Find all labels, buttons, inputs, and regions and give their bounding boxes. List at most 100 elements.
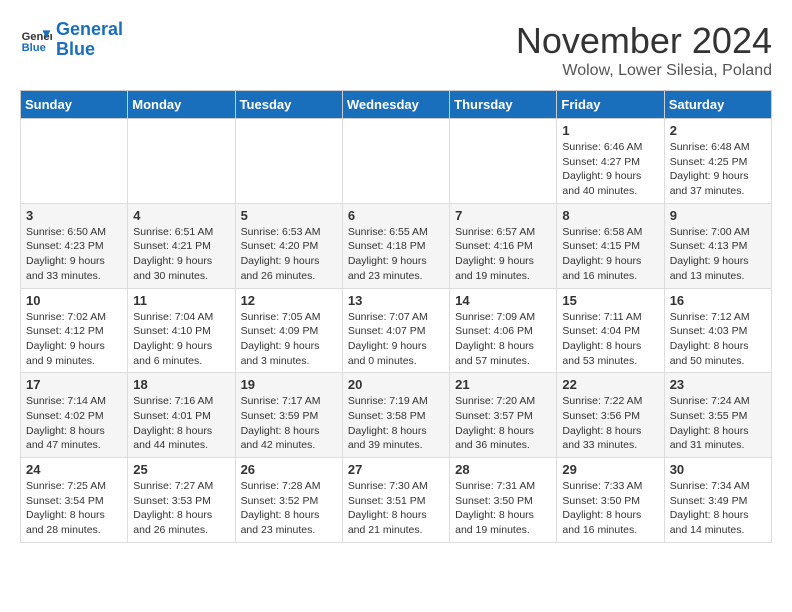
day-number: 20: [348, 377, 444, 392]
day-number: 3: [26, 208, 122, 223]
day-info: Sunrise: 6:58 AM Sunset: 4:15 PM Dayligh…: [562, 225, 658, 284]
day-number: 24: [26, 462, 122, 477]
calendar-day: 5 Sunrise: 6:53 AM Sunset: 4:20 PM Daylig…: [235, 203, 342, 288]
calendar-day: 8 Sunrise: 6:58 AM Sunset: 4:15 PM Daylig…: [557, 203, 664, 288]
day-info: Sunrise: 6:48 AM Sunset: 4:25 PM Dayligh…: [670, 140, 766, 199]
day-number: 16: [670, 293, 766, 308]
day-info: Sunrise: 7:25 AM Sunset: 3:54 PM Dayligh…: [26, 479, 122, 538]
month-title: November 2024: [516, 20, 772, 62]
calendar-day: 9Sunrise: 7:00 AM Sunset: 4:13 PM Daylig…: [664, 203, 771, 288]
calendar-day: 14 Sunrise: 7:09 AM Sunset: 4:06 PM Dayli…: [450, 288, 557, 373]
day-number: 18: [133, 377, 229, 392]
day-number: 9: [670, 208, 766, 223]
day-info: Sunrise: 7:31 AM Sunset: 3:50 PM Dayligh…: [455, 479, 551, 538]
day-info: Sunrise: 7:05 AM Sunset: 4:09 PM Dayligh…: [241, 310, 337, 369]
day-info: Sunrise: 7:34 AM Sunset: 3:49 PM Dayligh…: [670, 479, 766, 538]
day-info: Sunrise: 7:30 AM Sunset: 3:51 PM Dayligh…: [348, 479, 444, 538]
page-header: General Blue General Blue November 2024 …: [20, 20, 772, 80]
calendar-day: 28 Sunrise: 7:31 AM Sunset: 3:50 PM Dayli…: [450, 458, 557, 543]
day-info: Sunrise: 7:24 AM Sunset: 3:55 PM Dayligh…: [670, 394, 766, 453]
calendar-day: 17 Sunrise: 7:14 AM Sunset: 4:02 PM Dayli…: [21, 373, 128, 458]
calendar-day: 19Sunrise: 7:17 AM Sunset: 3:59 PM Dayli…: [235, 373, 342, 458]
calendar-header-row: SundayMondayTuesdayWednesdayThursdayFrid…: [21, 91, 772, 119]
day-number: 28: [455, 462, 551, 477]
day-info: Sunrise: 7:12 AM Sunset: 4:03 PM Dayligh…: [670, 310, 766, 369]
calendar-day: 23 Sunrise: 7:24 AM Sunset: 3:55 PM Dayli…: [664, 373, 771, 458]
calendar-day: 25 Sunrise: 7:27 AM Sunset: 3:53 PM Dayli…: [128, 458, 235, 543]
day-number: 1: [562, 123, 658, 138]
day-info: Sunrise: 6:57 AM Sunset: 4:16 PM Dayligh…: [455, 225, 551, 284]
calendar-header-tuesday: Tuesday: [235, 91, 342, 119]
calendar-day: [235, 119, 342, 204]
calendar-day: 30 Sunrise: 7:34 AM Sunset: 3:49 PM Dayli…: [664, 458, 771, 543]
calendar-day: 27Sunrise: 7:30 AM Sunset: 3:51 PM Dayli…: [342, 458, 449, 543]
day-number: 11: [133, 293, 229, 308]
calendar-day: [342, 119, 449, 204]
day-number: 23: [670, 377, 766, 392]
day-info: Sunrise: 7:19 AM Sunset: 3:58 PM Dayligh…: [348, 394, 444, 453]
day-info: Sunrise: 6:55 AM Sunset: 4:18 PM Dayligh…: [348, 225, 444, 284]
day-number: 29: [562, 462, 658, 477]
calendar-day: 6 Sunrise: 6:55 AM Sunset: 4:18 PM Daylig…: [342, 203, 449, 288]
calendar-day: 1Sunrise: 6:46 AM Sunset: 4:27 PM Daylig…: [557, 119, 664, 204]
calendar-week-row: 1Sunrise: 6:46 AM Sunset: 4:27 PM Daylig…: [21, 119, 772, 204]
day-number: 10: [26, 293, 122, 308]
day-info: Sunrise: 7:07 AM Sunset: 4:07 PM Dayligh…: [348, 310, 444, 369]
day-info: Sunrise: 7:14 AM Sunset: 4:02 PM Dayligh…: [26, 394, 122, 453]
day-info: Sunrise: 7:04 AM Sunset: 4:10 PM Dayligh…: [133, 310, 229, 369]
day-number: 26: [241, 462, 337, 477]
calendar-header-saturday: Saturday: [664, 91, 771, 119]
day-number: 25: [133, 462, 229, 477]
calendar-header-monday: Monday: [128, 91, 235, 119]
svg-text:Blue: Blue: [22, 42, 46, 54]
title-block: November 2024 Wolow, Lower Silesia, Pola…: [516, 20, 772, 80]
calendar-header-sunday: Sunday: [21, 91, 128, 119]
day-info: Sunrise: 7:28 AM Sunset: 3:52 PM Dayligh…: [241, 479, 337, 538]
day-number: 8: [562, 208, 658, 223]
day-number: 17: [26, 377, 122, 392]
day-info: Sunrise: 6:50 AM Sunset: 4:23 PM Dayligh…: [26, 225, 122, 284]
day-info: Sunrise: 7:11 AM Sunset: 4:04 PM Dayligh…: [562, 310, 658, 369]
calendar-day: [21, 119, 128, 204]
day-number: 6: [348, 208, 444, 223]
calendar-day: 20 Sunrise: 7:19 AM Sunset: 3:58 PM Dayli…: [342, 373, 449, 458]
calendar-day: [128, 119, 235, 204]
day-number: 30: [670, 462, 766, 477]
calendar-day: 3 Sunrise: 6:50 AM Sunset: 4:23 PM Daylig…: [21, 203, 128, 288]
calendar-day: 2 Sunrise: 6:48 AM Sunset: 4:25 PM Daylig…: [664, 119, 771, 204]
calendar-day: 15 Sunrise: 7:11 AM Sunset: 4:04 PM Dayli…: [557, 288, 664, 373]
logo: General Blue General Blue: [20, 20, 123, 60]
day-number: 5: [241, 208, 337, 223]
day-info: Sunrise: 7:22 AM Sunset: 3:56 PM Dayligh…: [562, 394, 658, 453]
day-info: Sunrise: 7:09 AM Sunset: 4:06 PM Dayligh…: [455, 310, 551, 369]
calendar-header-friday: Friday: [557, 91, 664, 119]
calendar-header-wednesday: Wednesday: [342, 91, 449, 119]
calendar-header-thursday: Thursday: [450, 91, 557, 119]
day-number: 2: [670, 123, 766, 138]
location: Wolow, Lower Silesia, Poland: [516, 62, 772, 80]
calendar-day: 26 Sunrise: 7:28 AM Sunset: 3:52 PM Dayli…: [235, 458, 342, 543]
day-info: Sunrise: 7:27 AM Sunset: 3:53 PM Dayligh…: [133, 479, 229, 538]
calendar-week-row: 10Sunrise: 7:02 AM Sunset: 4:12 PM Dayli…: [21, 288, 772, 373]
calendar-day: 21Sunrise: 7:20 AM Sunset: 3:57 PM Dayli…: [450, 373, 557, 458]
day-number: 15: [562, 293, 658, 308]
day-number: 4: [133, 208, 229, 223]
calendar-day: 7Sunrise: 6:57 AM Sunset: 4:16 PM Daylig…: [450, 203, 557, 288]
calendar-day: 12 Sunrise: 7:05 AM Sunset: 4:09 PM Dayli…: [235, 288, 342, 373]
day-number: 12: [241, 293, 337, 308]
day-number: 21: [455, 377, 551, 392]
day-info: Sunrise: 6:53 AM Sunset: 4:20 PM Dayligh…: [241, 225, 337, 284]
day-info: Sunrise: 7:16 AM Sunset: 4:01 PM Dayligh…: [133, 394, 229, 453]
logo-icon: General Blue: [20, 24, 52, 56]
day-number: 14: [455, 293, 551, 308]
calendar-day: 16 Sunrise: 7:12 AM Sunset: 4:03 PM Dayli…: [664, 288, 771, 373]
day-info: Sunrise: 6:51 AM Sunset: 4:21 PM Dayligh…: [133, 225, 229, 284]
calendar-week-row: 24 Sunrise: 7:25 AM Sunset: 3:54 PM Dayli…: [21, 458, 772, 543]
calendar-day: 13Sunrise: 7:07 AM Sunset: 4:07 PM Dayli…: [342, 288, 449, 373]
calendar-day: 22 Sunrise: 7:22 AM Sunset: 3:56 PM Dayli…: [557, 373, 664, 458]
calendar-day: 29 Sunrise: 7:33 AM Sunset: 3:50 PM Dayli…: [557, 458, 664, 543]
day-number: 22: [562, 377, 658, 392]
day-number: 19: [241, 377, 337, 392]
day-info: Sunrise: 7:33 AM Sunset: 3:50 PM Dayligh…: [562, 479, 658, 538]
calendar-day: [450, 119, 557, 204]
